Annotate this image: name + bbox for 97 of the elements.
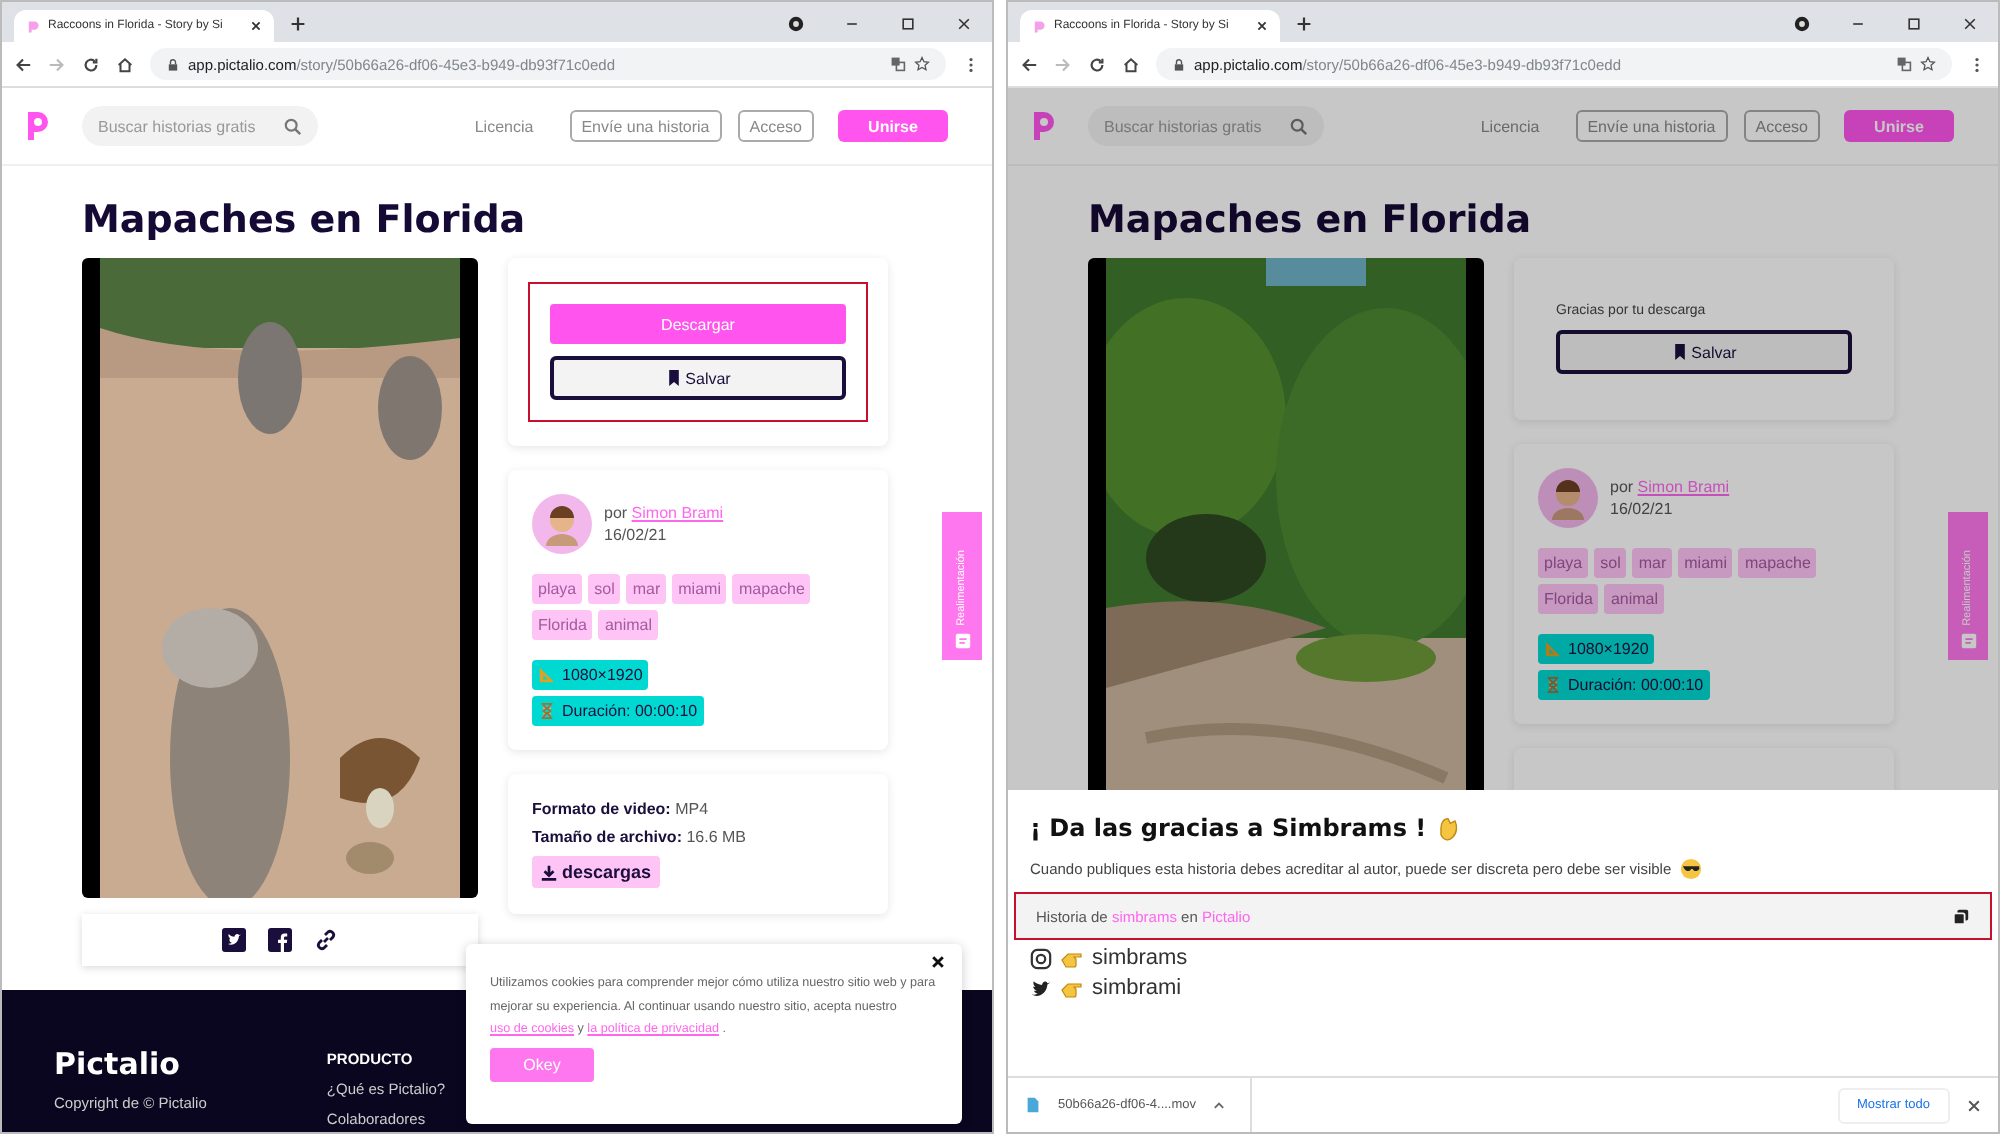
author-link[interactable]: Simon Brami <box>1637 478 1730 496</box>
story-title: Mapaches en Florida <box>82 198 528 242</box>
tag-chip[interactable]: mapache <box>732 574 811 604</box>
translate-icon[interactable] <box>890 56 906 72</box>
chat-icon <box>953 632 971 650</box>
download-button[interactable]: Descargar <box>550 304 846 344</box>
tag-chip[interactable]: Florida <box>532 610 593 640</box>
search-icon <box>284 117 302 135</box>
spec-chip: Duración: 00:00:10 <box>532 696 704 726</box>
reload-icon[interactable] <box>82 55 100 73</box>
close-icon[interactable] <box>1962 16 1978 32</box>
twitter-icon[interactable] <box>1030 977 1052 999</box>
tag-chip[interactable]: mar <box>626 574 667 604</box>
by-label: por <box>1610 478 1634 496</box>
close-icon[interactable] <box>1966 1097 1982 1113</box>
tag-chip[interactable]: animal <box>598 610 659 640</box>
search-icon <box>1290 117 1308 135</box>
date-text: 16/02/21 <box>1610 500 1675 518</box>
by-label: por <box>604 504 628 522</box>
instagram-icon[interactable] <box>1030 947 1052 969</box>
translate-icon[interactable] <box>1896 56 1912 72</box>
file-info-text: Tamaño de archivo: 16.6 MB <box>532 828 748 846</box>
maximize-icon[interactable] <box>900 16 916 32</box>
social-handle: simbrams <box>1092 946 1188 970</box>
footer-brand: Pictalio <box>54 1046 182 1082</box>
login-button[interactable]: Acceso <box>1743 110 1820 142</box>
tag-chip[interactable]: playa <box>532 574 583 604</box>
submit-story-button[interactable]: Envíe una historia <box>569 110 722 142</box>
tag-chip[interactable]: playa <box>1538 548 1589 578</box>
accept-button[interactable]: Okey <box>490 1047 594 1081</box>
spec-chip: Duración: 00:00:10 <box>1538 670 1710 700</box>
download-icon <box>540 863 558 881</box>
close-icon[interactable] <box>930 954 946 970</box>
maximize-icon[interactable] <box>1906 16 1922 32</box>
login-button[interactable]: Acceso <box>737 110 814 142</box>
tag-chip[interactable]: mapache <box>1738 548 1817 578</box>
chat-icon <box>1959 632 1977 650</box>
home-icon[interactable] <box>1122 55 1140 73</box>
license-link[interactable]: Licencia <box>1480 117 1540 135</box>
close-icon[interactable] <box>250 20 262 32</box>
facebook-icon[interactable] <box>268 928 292 952</box>
ruler-icon <box>538 666 556 684</box>
star-icon[interactable] <box>914 56 930 72</box>
search-field[interactable]: Buscar historias gratis <box>82 106 318 146</box>
downloads-button[interactable]: descargas <box>532 856 660 888</box>
tag-chip[interactable]: miami <box>1678 548 1733 578</box>
tag-chip[interactable]: sol <box>588 574 621 604</box>
submit-story-button[interactable]: Envíe una historia <box>1575 110 1728 142</box>
logo-icon[interactable] <box>22 108 54 144</box>
file-icon <box>1024 1096 1042 1114</box>
new-tab-icon[interactable] <box>290 16 306 32</box>
reload-icon[interactable] <box>1088 55 1106 73</box>
search-field[interactable]: Buscar historias gratis <box>1088 106 1324 146</box>
tag-chip[interactable]: animal <box>1604 584 1665 614</box>
close-icon[interactable] <box>956 16 972 32</box>
copy-icon[interactable] <box>1952 907 1970 925</box>
bookmark-icon <box>665 370 682 386</box>
twitter-icon[interactable] <box>222 928 246 952</box>
license-link[interactable]: Licencia <box>474 117 534 135</box>
close-icon[interactable] <box>1256 20 1268 32</box>
lock-icon <box>1172 57 1186 71</box>
join-button[interactable]: Unirse <box>1844 110 1954 142</box>
avatar-icon[interactable] <box>1538 468 1598 528</box>
save-button[interactable]: Salvar <box>550 356 846 400</box>
back-icon[interactable] <box>1020 55 1038 73</box>
logo-icon[interactable] <box>1028 108 1060 144</box>
link-icon[interactable] <box>314 928 338 952</box>
date-text: 16/02/21 <box>604 526 669 544</box>
star-icon[interactable] <box>1920 56 1936 72</box>
tag-chip[interactable]: sol <box>1594 548 1627 578</box>
author-link[interactable]: Simon Brami <box>631 504 724 522</box>
thanks-heading: ¡ Da las gracias a Simbrams ! <box>1030 814 1427 842</box>
hourglass-icon <box>538 702 556 720</box>
spec-chip: 1080×1920 <box>1538 634 1655 664</box>
spec-chip: 1080×1920 <box>532 660 649 690</box>
tag-chip[interactable]: mar <box>1632 548 1673 578</box>
avatar-icon[interactable] <box>532 494 592 554</box>
hourglass-icon <box>1544 676 1562 694</box>
caret-icon[interactable] <box>1212 1098 1227 1112</box>
file-info-text: Formato de video: MP4 <box>532 800 711 818</box>
profile-icon[interactable] <box>1794 16 1810 32</box>
story-title: Mapaches en Florida <box>1088 198 1534 242</box>
lock-icon <box>166 57 180 71</box>
social-handle: simbrami <box>1092 976 1182 1000</box>
bookmark-icon <box>1671 344 1688 360</box>
save-button[interactable]: Salvar <box>1556 330 1852 374</box>
new-tab-icon[interactable] <box>1296 16 1312 32</box>
sunglasses-emoji-icon <box>1679 858 1702 880</box>
tag-chip[interactable]: Florida <box>1538 584 1599 614</box>
profile-icon[interactable] <box>788 16 804 32</box>
back-icon[interactable] <box>14 55 32 73</box>
home-icon[interactable] <box>116 55 134 73</box>
favicon-icon <box>1032 19 1046 33</box>
join-button[interactable]: Unirse <box>838 110 948 142</box>
tag-chip[interactable]: miami <box>672 574 727 604</box>
ruler-icon <box>1544 640 1562 658</box>
favicon-icon <box>26 19 40 33</box>
